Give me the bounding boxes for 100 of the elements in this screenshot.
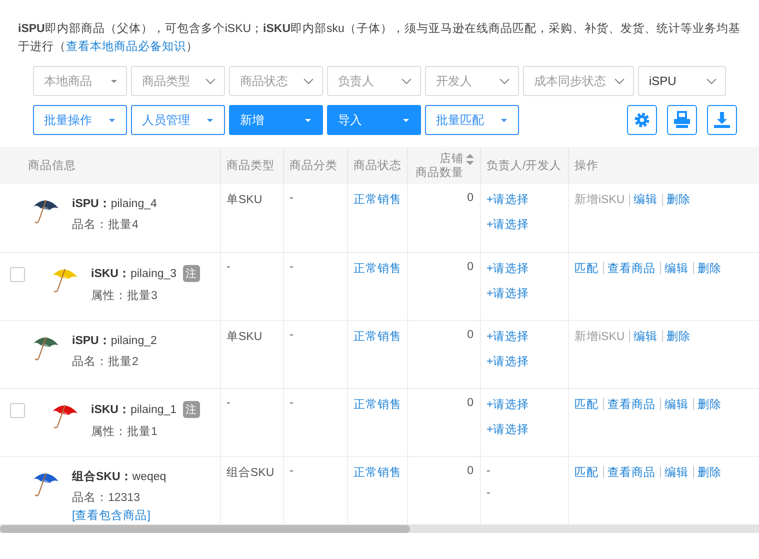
- select-person-link[interactable]: +请选择: [486, 286, 562, 300]
- download-icon: [712, 110, 732, 130]
- count-cell: 0: [467, 396, 474, 408]
- product-subtitle: 属性：批量3: [91, 288, 158, 302]
- status-link[interactable]: 正常销售: [354, 466, 402, 478]
- action-dropdown[interactable]: 导入: [327, 105, 421, 135]
- action-dropdown[interactable]: 人员管理: [131, 105, 225, 135]
- operation-link[interactable]: 编辑: [664, 396, 688, 412]
- select-person-link[interactable]: +请选择: [486, 260, 562, 276]
- column-header[interactable]: 店铺 商品数量: [407, 147, 480, 184]
- chevron-icon: [499, 78, 510, 84]
- product-title: iSPU：pilaing_2: [72, 334, 157, 348]
- caret-icon: [110, 78, 118, 84]
- caret-icon: [206, 118, 214, 122]
- column-header: 商品信息: [0, 147, 220, 184]
- count-cell: 0: [467, 464, 474, 476]
- select-person-link[interactable]: +请选择: [486, 354, 562, 368]
- operation-link[interactable]: 查看商品: [608, 260, 656, 276]
- filter-dropdown[interactable]: iSPU: [638, 66, 726, 96]
- note-badge: 注: [182, 400, 200, 418]
- select-person-link[interactable]: +请选择: [486, 396, 562, 412]
- category-cell: -: [290, 260, 294, 272]
- caret-icon: [402, 118, 410, 122]
- caret-icon: [108, 118, 116, 122]
- operation-link[interactable]: 编辑: [634, 192, 658, 207]
- select-person-link[interactable]: +请选择: [486, 192, 562, 207]
- notice-text: iSPU即内部商品（父体），可包含多个iSKU；iSKU即内部sku（子体），须与亚马逊在线商品匹配，采购、补货、发货、统计等业务均基于进行（查看本地商品必备知识）: [17, 21, 742, 52]
- person-cell-text: -: [486, 486, 492, 498]
- chevron-icon: [205, 78, 216, 84]
- product-subtitle: 属性：批量1: [91, 424, 158, 438]
- count-cell: 0: [467, 192, 474, 204]
- status-link[interactable]: 正常销售: [354, 194, 402, 206]
- caret-icon: [500, 118, 508, 122]
- operation-link[interactable]: 编辑: [664, 464, 688, 480]
- product-title: iSKU：pilaing_1: [91, 402, 177, 416]
- select-person-link[interactable]: +请选择: [486, 328, 562, 344]
- column-header: 操作: [568, 147, 759, 184]
- type-cell: -: [226, 260, 230, 272]
- type-cell: -: [226, 396, 230, 408]
- select-person-link[interactable]: +请选择: [486, 422, 562, 436]
- filter-dropdown[interactable]: 开发人: [425, 66, 519, 96]
- filter-dropdown[interactable]: 成本同步状态: [523, 66, 634, 96]
- category-cell: -: [290, 396, 294, 408]
- product-subtitle: 品名：批量4: [72, 218, 140, 232]
- product-title: 组合SKU：weqeq: [72, 469, 166, 484]
- chevron-icon: [706, 78, 717, 84]
- count-cell: 0: [467, 260, 474, 272]
- product-title: iSKU：pilaing_3: [91, 266, 177, 280]
- included-products-link[interactable]: [查看包含商品]: [72, 508, 166, 522]
- chevron-icon: [303, 78, 314, 84]
- operation-link[interactable]: 删除: [698, 464, 722, 480]
- printer-icon: [672, 110, 692, 130]
- filter-dropdown[interactable]: 商品类型: [131, 66, 225, 96]
- status-link[interactable]: 正常销售: [354, 262, 402, 274]
- note-badge: 注: [182, 264, 200, 282]
- operation-link[interactable]: 删除: [698, 396, 722, 412]
- type-cell: 单SKU: [226, 194, 262, 206]
- operation-link[interactable]: 删除: [666, 192, 691, 207]
- status-link[interactable]: 正常销售: [354, 330, 402, 342]
- operation-link[interactable]: 删除: [666, 328, 691, 344]
- print-button[interactable]: [667, 105, 697, 135]
- settings-button[interactable]: [627, 105, 657, 135]
- operation-link[interactable]: 查看商品: [608, 396, 656, 412]
- status-link[interactable]: 正常销售: [354, 398, 402, 410]
- type-cell: 组合SKU: [226, 466, 274, 478]
- action-dropdown[interactable]: 批量操作: [33, 105, 127, 135]
- operation-link[interactable]: 匹配: [574, 260, 598, 276]
- product-subtitle: 品名：12313: [72, 490, 141, 504]
- knowledge-link[interactable]: 查看本地商品必备知识: [66, 41, 186, 53]
- select-person-link[interactable]: +请选择: [486, 217, 562, 232]
- column-header: 商品分类: [283, 147, 347, 184]
- caret-icon: [304, 118, 312, 122]
- column-header: 商品状态: [347, 147, 407, 184]
- chevron-icon: [401, 78, 412, 84]
- filter-dropdown[interactable]: 商品状态: [229, 66, 323, 96]
- operation-link[interactable]: 编辑: [664, 260, 688, 276]
- operation-link[interactable]: 查看商品: [608, 464, 656, 480]
- action-dropdown[interactable]: 批量匹配: [425, 105, 519, 135]
- column-header: 负责人/开发人: [480, 147, 568, 184]
- count-cell: 0: [467, 328, 474, 340]
- operation-link[interactable]: 匹配: [574, 396, 598, 412]
- chevron-icon: [614, 78, 625, 84]
- filter-dropdown[interactable]: 本地商品: [33, 66, 127, 96]
- product-subtitle: 品名：批量2: [72, 354, 140, 368]
- column-header: 商品类型: [220, 147, 283, 184]
- operation-link[interactable]: 删除: [698, 260, 722, 276]
- settings-icon: [632, 110, 652, 130]
- type-cell: 单SKU: [226, 330, 262, 342]
- row-checkbox[interactable]: [10, 402, 25, 418]
- operation-link[interactable]: 编辑: [634, 328, 658, 344]
- category-cell: -: [290, 328, 294, 340]
- operation-link[interactable]: 匹配: [574, 464, 598, 480]
- category-cell: -: [290, 464, 294, 476]
- person-cell-text: -: [486, 464, 492, 476]
- product-title: iSPU：pilaing_4: [72, 197, 157, 211]
- download-button[interactable]: [707, 105, 737, 135]
- row-checkbox[interactable]: [10, 266, 25, 282]
- action-dropdown[interactable]: 新增: [229, 105, 323, 135]
- filter-dropdown[interactable]: 负责人: [327, 66, 421, 96]
- category-cell: -: [290, 192, 294, 204]
